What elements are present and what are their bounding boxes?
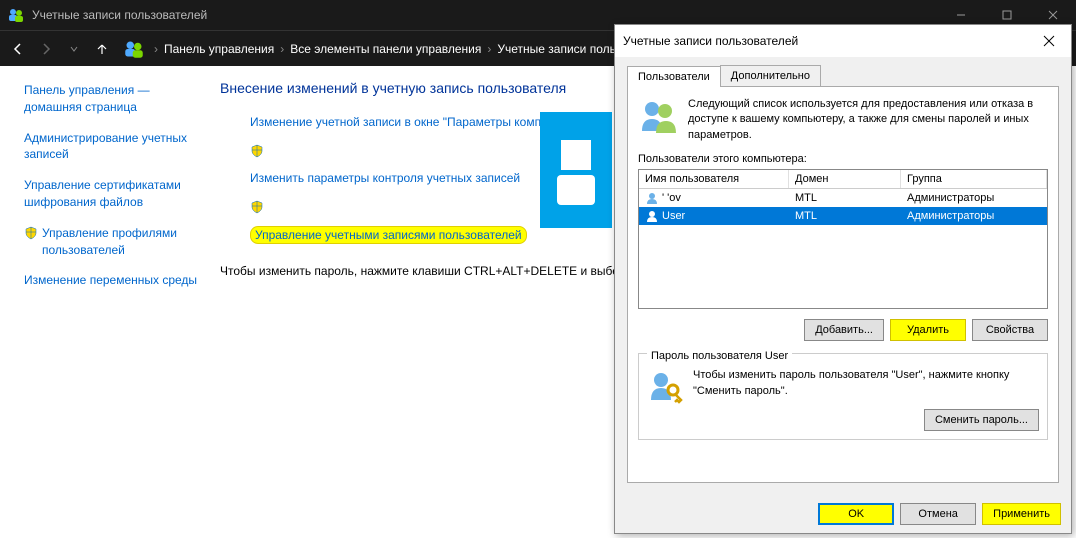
list-label: Пользователи этого компьютера:	[638, 153, 1048, 165]
table-row[interactable]: User MTL Администраторы	[639, 207, 1047, 225]
apply-button[interactable]: Применить	[982, 503, 1061, 525]
fieldset-legend: Пароль пользователя User	[647, 350, 792, 362]
users-table[interactable]: Имя пользователя Домен Группа ' 'ov MTL …	[638, 169, 1048, 309]
action-change-account[interactable]: Изменение учетной записи в окне "Парамет…	[250, 114, 586, 131]
col-domain[interactable]: Домен	[789, 170, 901, 188]
breadcrumb-item[interactable]: Учетные записи поль...	[497, 42, 625, 56]
back-button[interactable]	[4, 35, 32, 63]
user-icon	[645, 209, 659, 223]
change-password-button[interactable]: Сменить пароль...	[924, 409, 1039, 431]
shield-icon	[24, 226, 38, 240]
dialog-titlebar: Учетные записи пользователей	[615, 25, 1071, 57]
cell-group: Администраторы	[901, 191, 1047, 205]
sidebar: Панель управления — домашняя страница Ад…	[0, 66, 210, 538]
cell-group: Администраторы	[901, 209, 1047, 223]
dialog-close-button[interactable]	[1035, 29, 1063, 53]
tab-users[interactable]: Пользователи	[627, 66, 721, 87]
cell-domain: MTL	[789, 191, 901, 205]
col-username[interactable]: Имя пользователя	[639, 170, 789, 188]
tab-advanced[interactable]: Дополнительно	[720, 65, 821, 86]
table-header: Имя пользователя Домен Группа	[639, 170, 1047, 189]
cancel-button[interactable]: Отмена	[900, 503, 976, 525]
sidebar-item-certs[interactable]: Управление сертификатами шифрования файл…	[24, 177, 202, 211]
key-icon	[647, 368, 683, 404]
sidebar-item-env[interactable]: Изменение переменных среды	[24, 272, 202, 289]
dialog-title: Учетные записи пользователей	[623, 34, 1035, 48]
breadcrumb-item[interactable]: Все элементы панели управления	[290, 42, 481, 56]
properties-button[interactable]: Свойства	[972, 319, 1048, 341]
users-app-icon	[8, 7, 24, 23]
sidebar-item-admin[interactable]: Администрирование учетных записей	[24, 130, 202, 164]
user-tile-graphic	[540, 112, 612, 228]
password-fieldset: Пароль пользователя User Чтобы изменить …	[638, 353, 1048, 440]
dialog-footer: OK Отмена Применить	[615, 495, 1071, 533]
tab-panel-users: Следующий список используется для предос…	[627, 86, 1059, 483]
action-manage-accounts[interactable]: Управление учетными записями пользовател…	[250, 226, 527, 245]
dialog-description: Следующий список используется для предос…	[688, 97, 1048, 143]
cell-domain: MTL	[789, 209, 901, 223]
tabstrip: Пользователи Дополнительно	[627, 65, 1059, 86]
fieldset-text: Чтобы изменить пароль пользователя "User…	[693, 368, 1039, 399]
window-title: Учетные записи пользователей	[32, 8, 938, 22]
col-group[interactable]: Группа	[901, 170, 1047, 188]
action-uac[interactable]: Изменить параметры контроля учетных запи…	[250, 170, 520, 187]
chevron-right-icon: ›	[154, 42, 158, 56]
breadcrumb-item[interactable]: Панель управления	[164, 42, 274, 56]
sidebar-item-profiles[interactable]: Управление профилями пользователей	[42, 225, 202, 259]
remove-button[interactable]: Удалить	[890, 319, 966, 341]
forward-button[interactable]	[32, 35, 60, 63]
table-row[interactable]: ' 'ov MTL Администраторы	[639, 189, 1047, 207]
chevron-right-icon: ›	[487, 42, 491, 56]
up-button[interactable]	[88, 35, 116, 63]
users-large-icon	[638, 97, 678, 137]
recent-button[interactable]	[60, 35, 88, 63]
user-icon	[645, 191, 659, 205]
users-icon	[124, 39, 144, 59]
cell-username: User	[662, 210, 685, 222]
shield-icon	[250, 200, 264, 214]
sidebar-item-home[interactable]: Панель управления — домашняя страница	[24, 82, 202, 116]
user-accounts-dialog: Учетные записи пользователей Пользовател…	[614, 24, 1072, 534]
cell-username: ' 'ov	[662, 192, 681, 204]
ok-button[interactable]: OK	[818, 503, 894, 525]
chevron-right-icon: ›	[280, 42, 284, 56]
breadcrumb[interactable]: › Панель управления › Все элементы панел…	[124, 39, 642, 59]
shield-icon	[250, 144, 264, 158]
add-button[interactable]: Добавить...	[804, 319, 884, 341]
